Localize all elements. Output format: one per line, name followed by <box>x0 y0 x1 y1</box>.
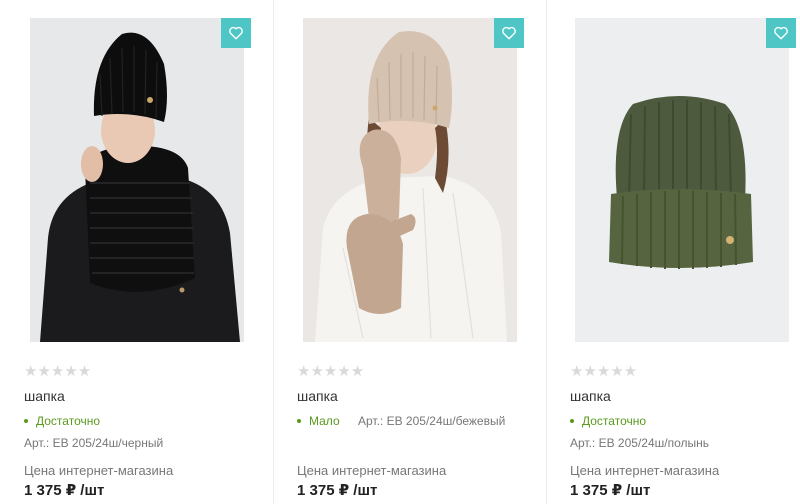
rating-stars[interactable]: ★★★★★ <box>570 362 637 380</box>
heart-icon <box>502 26 516 40</box>
product-name[interactable]: шапка <box>24 388 65 404</box>
product-article: Арт.: EB 205/24ш/бежевый <box>358 414 506 428</box>
heart-icon <box>774 26 788 40</box>
product-image-black-hat-set <box>30 18 244 342</box>
stock-status: Достаточно <box>570 414 646 428</box>
stock-label: Достаточно <box>582 414 647 428</box>
rating-stars-text: ★★★★★ <box>297 362 365 380</box>
price-label: Цена интернет-магазина <box>570 463 720 478</box>
stock-dot-icon <box>570 419 574 423</box>
price-label: Цена интернет-магазина <box>297 463 447 478</box>
product-card[interactable]: ★★★★★ шапка Мало Арт.: EB 205/24ш/бежевы… <box>273 0 546 504</box>
rating-stars[interactable]: ★★★★★ <box>297 362 364 380</box>
stock-status: Мало <box>297 414 340 428</box>
product-card[interactable]: ★★★★★ шапка Достаточно Арт.: EB 205/24ш/… <box>0 0 273 504</box>
favorite-button[interactable] <box>221 18 251 48</box>
product-card[interactable]: ★★★★★ шапка Достаточно Арт.: EB 205/24ш/… <box>546 0 800 504</box>
stock-label: Мало <box>309 414 340 428</box>
product-price: 1 375 ₽ /шт <box>297 482 378 499</box>
rating-stars[interactable]: ★★★★★ <box>24 362 91 380</box>
favorite-button[interactable] <box>766 18 796 48</box>
product-name[interactable]: шапка <box>297 388 338 404</box>
stock-dot-icon <box>24 419 28 423</box>
product-grid: ★★★★★ шапка Достаточно Арт.: EB 205/24ш/… <box>0 0 800 504</box>
product-photo[interactable] <box>303 18 517 342</box>
rating-stars-text: ★★★★★ <box>570 362 638 380</box>
product-price: 1 375 ₽ /шт <box>24 482 105 499</box>
stock-label: Достаточно <box>36 414 101 428</box>
rating-stars-text: ★★★★★ <box>24 362 92 380</box>
stock-dot-icon <box>297 419 301 423</box>
favorite-button[interactable] <box>494 18 524 48</box>
price-label: Цена интернет-магазина <box>24 463 174 478</box>
product-price: 1 375 ₽ /шт <box>570 482 651 499</box>
heart-icon <box>229 26 243 40</box>
product-article: Арт.: EB 205/24ш/черный <box>24 436 164 450</box>
stock-status: Достаточно <box>24 414 100 428</box>
product-image-green-hat <box>575 18 789 342</box>
product-image-beige-hat <box>303 18 517 342</box>
product-photo[interactable] <box>30 18 244 342</box>
product-name[interactable]: шапка <box>570 388 611 404</box>
product-article: Арт.: EB 205/24ш/полынь <box>570 436 710 450</box>
product-photo[interactable] <box>575 18 789 342</box>
